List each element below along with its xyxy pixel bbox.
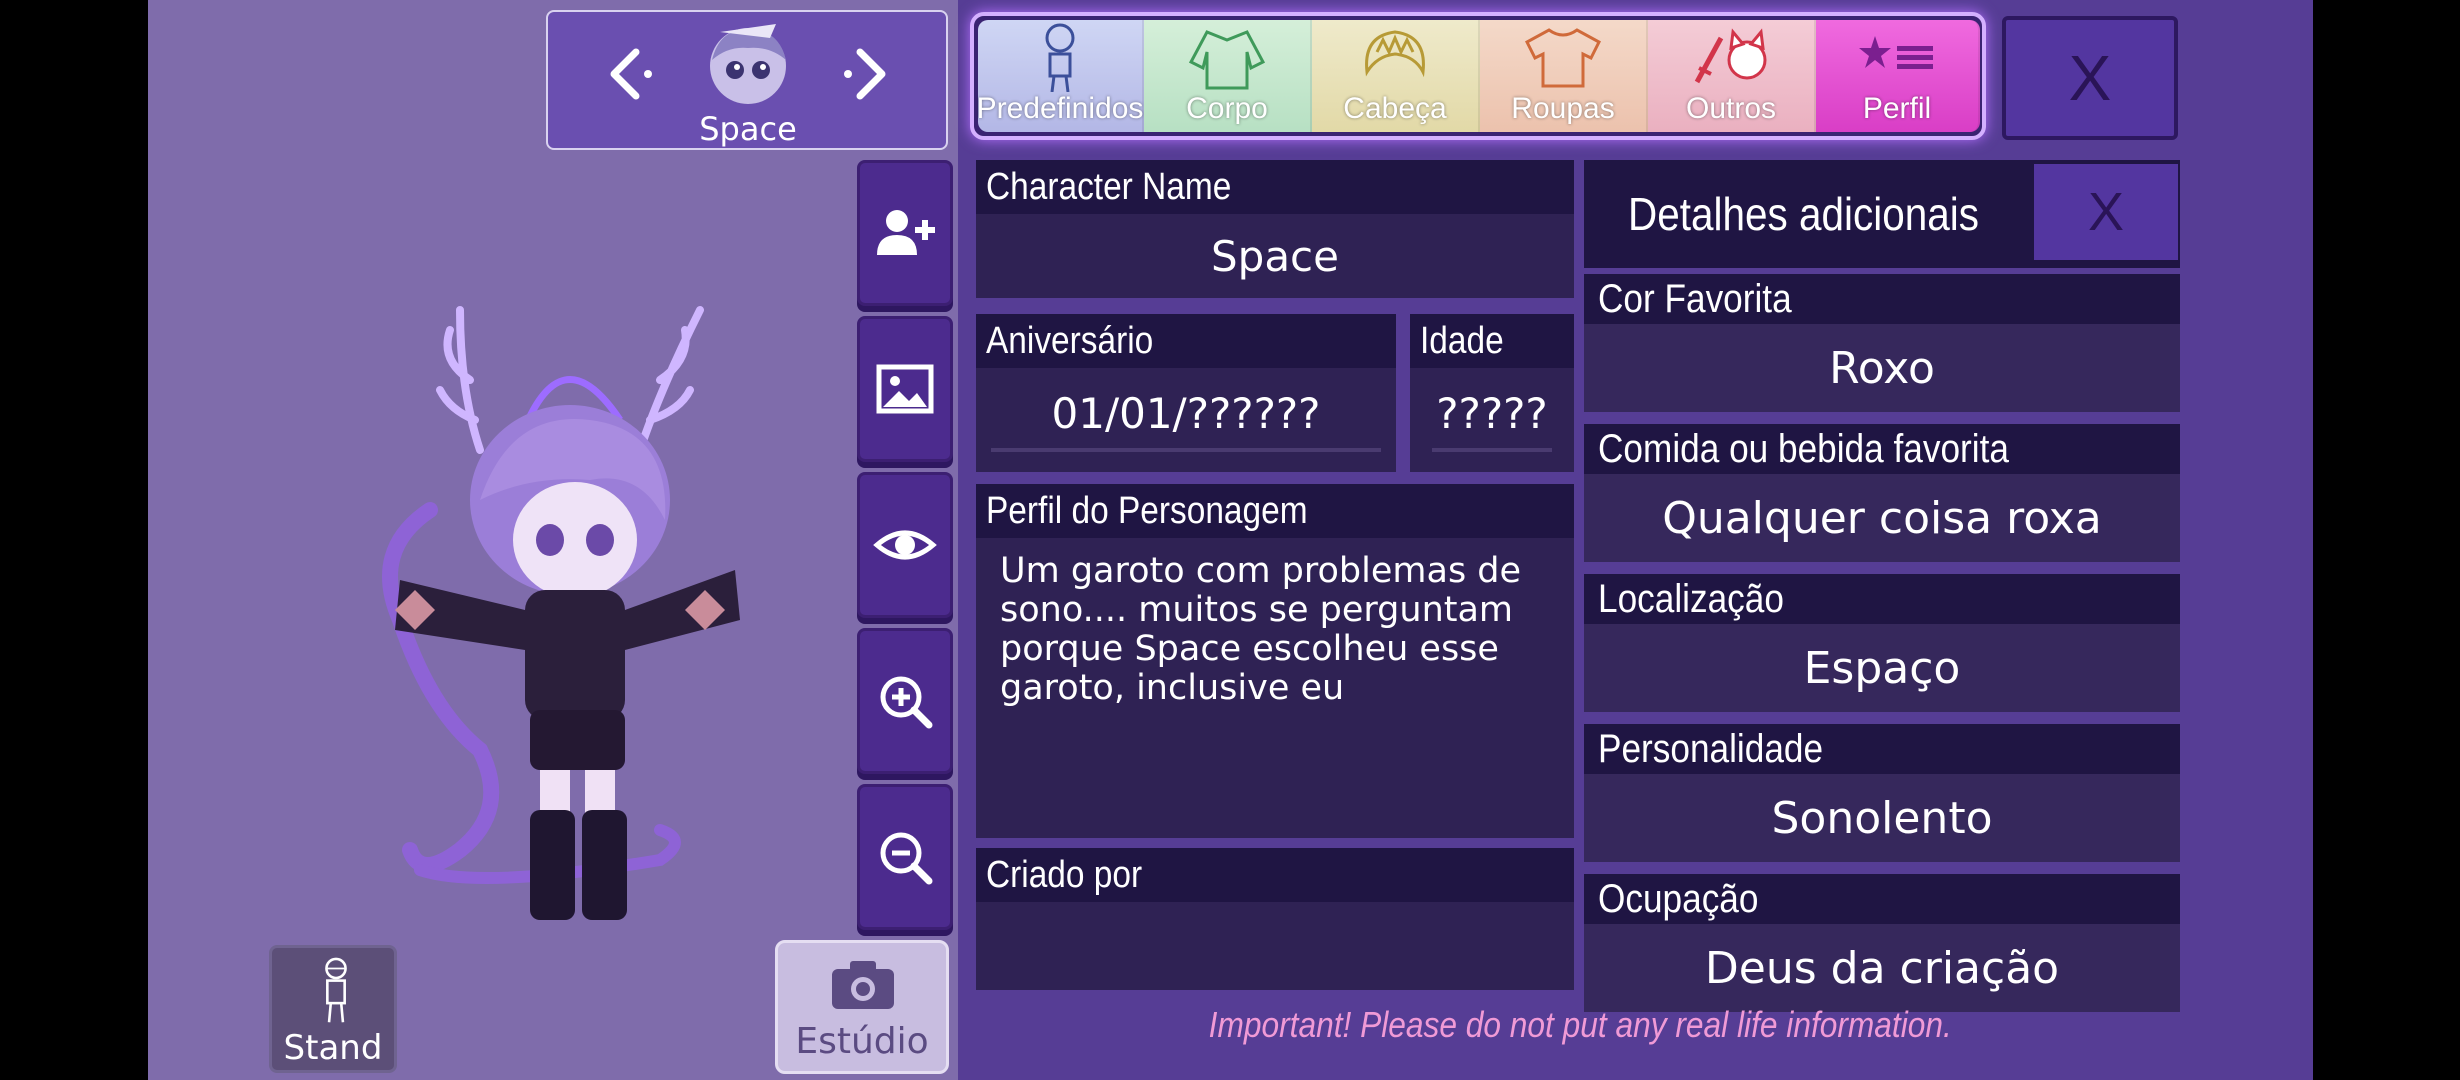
bio-textarea[interactable]: Um garoto com problemas de sono.... muit… [976,538,1574,838]
privacy-warning: Important! Please do not put any real li… [1208,1004,1952,1045]
birthday-field[interactable]: 01/01/?????? [976,368,1396,472]
zoom-out-button[interactable] [857,784,953,930]
tab-perfil[interactable]: Perfil [1816,20,1980,132]
character-selector: Space [546,10,948,150]
chevron-right-icon[interactable] [840,42,900,106]
tab-cabeca[interactable]: Cabeça [1312,20,1480,132]
tab-label: Perfil [1862,92,1932,125]
tab-label: Roupas [1511,92,1615,125]
location-label: Localização [1584,574,2180,624]
birthday-label: Aniversário [976,314,1396,368]
character-name-display: Space [699,110,797,148]
tab-outros[interactable]: Outros [1648,20,1816,132]
jacket-icon [1188,30,1266,90]
zoom-out-icon [880,832,933,885]
sword-cat-icon [1694,28,1767,84]
image-icon [876,364,934,414]
tab-roupas[interactable]: Roupas [1480,20,1648,132]
camera-icon [832,961,894,1009]
studio-button[interactable]: Estúdio [775,940,949,1074]
favorite-color-field[interactable]: Roxo [1584,324,2180,412]
age-field[interactable]: ????? [1410,368,1574,472]
age-value: ????? [1436,388,1548,438]
details-close-button[interactable]: X [2034,164,2178,260]
birthday-value: 01/01/?????? [1051,388,1321,438]
studio-label: Estúdio [795,1021,929,1062]
stand-pose-button[interactable]: Stand [269,945,397,1073]
occupation-label: Ocupação [1584,874,2180,924]
preset-figure-icon [1045,23,1075,92]
close-icon: X [2087,182,2125,242]
location-field[interactable]: Espaço [1584,624,2180,712]
tab-predefinidos[interactable]: Predefinidos [976,20,1144,132]
character-avatar[interactable] [700,20,796,106]
favorite-food-label: Comida ou bebida favorita [1584,424,2180,474]
star-list-icon [1859,36,1933,69]
age-underline [1432,447,1552,452]
age-label: Idade [1410,314,1574,368]
favorite-food-field[interactable]: Qualquer coisa roxa [1584,474,2180,562]
tab-label: Corpo [1186,92,1268,125]
visibility-button[interactable] [857,472,953,618]
created-by-label: Criado por [976,848,1574,902]
background-button[interactable] [857,316,953,462]
character-name-label: Character Name [976,160,1574,214]
tab-label: Outros [1685,92,1777,125]
add-character-button[interactable] [857,160,953,306]
close-button[interactable]: X [2002,16,2178,140]
created-by-field[interactable] [976,902,1574,990]
details-title: Detalhes adicionais [1628,188,1980,240]
tab-label: Predefinidos [976,92,1144,125]
zoom-in-icon [880,676,933,729]
character-figure[interactable] [360,290,750,940]
bio-label: Perfil do Personagem [976,484,1574,538]
chevron-left-icon[interactable] [596,42,656,106]
character-name-field[interactable]: Space [976,214,1574,298]
details-header: Detalhes adicionais X [1584,160,2180,268]
occupation-field[interactable]: Deus da criação [1584,924,2180,1012]
personality-label: Personalidade [1584,724,2180,774]
add-user-icon [877,210,935,255]
zoom-in-button[interactable] [857,628,953,774]
tab-corpo[interactable]: Corpo [1144,20,1312,132]
stand-label: Stand [283,1028,383,1068]
shirt-icon [1525,28,1601,88]
birthday-underline [991,447,1381,452]
stand-pose-icon [325,957,347,1023]
bio-text: Um garoto com problemas de sono.... muit… [1000,551,1522,708]
hair-icon [1365,30,1425,78]
favorite-color-label: Cor Favorita [1584,274,2180,324]
tab-label: Cabeça [1343,92,1447,125]
close-icon: X [2068,42,2112,114]
eye-icon [873,530,937,560]
personality-field[interactable]: Sonolento [1584,774,2180,862]
